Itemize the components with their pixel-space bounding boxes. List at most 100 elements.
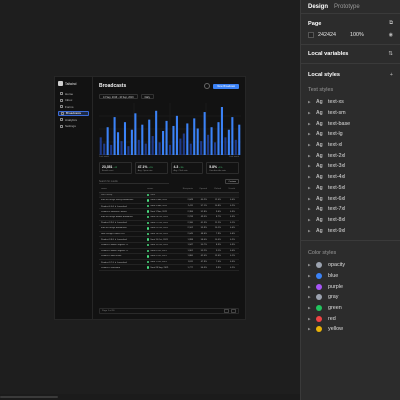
- page-fill-hex[interactable]: 242424: [318, 32, 350, 38]
- col-opened[interactable]: Opened: [195, 188, 209, 190]
- status-dot-icon: [147, 204, 150, 208]
- interval-filter[interactable]: Daily: [140, 94, 154, 99]
- local-variables-section[interactable]: Local variables ⇅: [301, 45, 400, 64]
- chevron-right-icon: ▶: [308, 185, 311, 190]
- chart-bar: [141, 124, 144, 155]
- chevron-right-icon: ▶: [308, 132, 311, 137]
- text-style-label: text-xs: [328, 99, 344, 106]
- broadcasts-frame[interactable]: Tailwind Home Inbox Forms Broadcasts Analyti…: [54, 76, 246, 320]
- color-style-item[interactable]: ▶ opacity: [301, 260, 400, 271]
- color-style-item[interactable]: ▶ purple: [301, 281, 400, 292]
- text-style-label: text-sm: [328, 110, 346, 117]
- date-range-filter[interactable]: 13 Sep, 2019 - 16 Sep, 2019: [99, 94, 138, 99]
- color-style-item[interactable]: ▶ yellow: [301, 324, 400, 335]
- chevron-right-icon: ▶: [308, 284, 311, 289]
- color-style-item[interactable]: ▶ green: [301, 303, 400, 314]
- color-style-item[interactable]: ▶ blue: [301, 271, 400, 282]
- row-status-label: Sent 22 Oct, 2021: [150, 227, 169, 230]
- tab-prototype[interactable]: Prototype: [334, 4, 360, 10]
- panel-tabs: Design Prototype: [301, 0, 400, 14]
- col-unsub[interactable]: Unsub: [223, 188, 237, 190]
- text-style-item[interactable]: ▶ Ag text-base: [301, 118, 400, 129]
- row-unsub: 0.3%: [230, 210, 235, 213]
- color-swatch-icon: [316, 262, 322, 269]
- chevron-right-icon: ▶: [308, 153, 311, 158]
- stat-label: Emails sent: [102, 170, 114, 172]
- tab-design[interactable]: Design: [308, 4, 328, 10]
- col-status[interactable]: Status: [147, 188, 181, 190]
- row-recipients: 1,947: [187, 244, 193, 247]
- row-name: Product 3.7.0 ✦ Launched: [101, 261, 127, 264]
- row-unsub: 0.4%: [230, 227, 235, 230]
- nav-item-inbox[interactable]: Inbox: [58, 98, 89, 103]
- row-clicked: 8.3%: [216, 244, 221, 247]
- chart-bar: [200, 141, 203, 155]
- page-fill-row[interactable]: 242424 100% ◉: [308, 32, 393, 38]
- prev-page-button[interactable]: [224, 309, 229, 313]
- add-style-icon[interactable]: +: [390, 72, 393, 78]
- stat-number: 47.1%: [137, 165, 148, 169]
- row-name: Product 4 Release Launch: [101, 210, 127, 213]
- chart-bar: [220, 107, 223, 155]
- text-style-item[interactable]: ▶ Ag text-7xl: [301, 204, 400, 215]
- text-style-item[interactable]: ▶ Ag text-xs: [301, 97, 400, 108]
- text-style-item[interactable]: ▶ Ag text-5xl: [301, 183, 400, 194]
- color-style-label: gray: [328, 294, 339, 301]
- text-style-item[interactable]: ▶ Ag text-sm: [301, 108, 400, 119]
- table-toolbar: Search for results Custom: [99, 179, 239, 184]
- sliders-icon[interactable]: ⇅: [388, 51, 393, 57]
- chart-bar: [186, 123, 189, 155]
- col-recipients[interactable]: Recipients: [181, 188, 195, 190]
- row-opened: 60.2%: [200, 199, 207, 202]
- row-recipients: 2,045: [187, 233, 193, 236]
- text-style-item[interactable]: ▶ Ag text-8xl: [301, 215, 400, 226]
- text-style-item[interactable]: ▶ Ag text-9xl: [301, 225, 400, 236]
- text-style-item[interactable]: ▶ Ag text-3xl: [301, 161, 400, 172]
- row-clicked: 7.4%: [216, 261, 221, 264]
- row-opened: 50.7%: [200, 244, 207, 247]
- nav-item-broadcasts[interactable]: Broadcasts: [58, 110, 89, 116]
- nav-item-home[interactable]: Home: [58, 91, 89, 96]
- status-dot-icon: [147, 227, 150, 230]
- text-style-item[interactable]: ▶ Ag text-4xl: [301, 172, 400, 183]
- row-unsub: 0.2%: [230, 205, 235, 208]
- text-style-label: text-lg: [328, 131, 343, 138]
- page-fill-opacity[interactable]: 100%: [350, 32, 376, 38]
- row-status-label: Sent 12 Oct, 2021: [150, 244, 169, 247]
- color-style-item[interactable]: ▶ red: [301, 313, 400, 324]
- export-icon[interactable]: ⧉: [389, 20, 393, 27]
- nav-item-forms[interactable]: Forms: [58, 104, 89, 109]
- text-style-item[interactable]: ▶ Ag text-lg: [301, 129, 400, 140]
- design-canvas[interactable]: Tailwind Home Inbox Forms Broadcasts Analyti…: [0, 0, 300, 400]
- table-row[interactable]: Product 3 Welcome Sent 28 Sep, 2021 1,777 5…: [99, 265, 239, 271]
- eye-icon[interactable]: ◉: [389, 32, 393, 38]
- logo-icon: [58, 81, 63, 86]
- stat-value: 47.1% +2%: [138, 165, 165, 169]
- scrollbar-thumb[interactable]: [0, 396, 58, 398]
- custom-button[interactable]: Custom: [225, 179, 239, 184]
- row-opened: 48.6%: [200, 233, 207, 236]
- page-fill-swatch[interactable]: [308, 32, 314, 38]
- nav-item-settings[interactable]: Settings: [58, 124, 89, 129]
- color-style-label: yellow: [328, 326, 343, 333]
- search-icon[interactable]: [204, 83, 211, 89]
- text-style-item[interactable]: ▶ Ag text-2xl: [301, 150, 400, 161]
- row-unsub: 0.4%: [230, 199, 235, 202]
- row-name: Product 3.8.0 ✦ Launched: [101, 239, 127, 242]
- row-status-label: Sent 1 Nov, 2021: [150, 210, 168, 213]
- nav-item-analytics[interactable]: Analytics: [58, 117, 89, 122]
- top-actions: New Broadcast: [204, 83, 239, 89]
- col-name[interactable]: Name: [99, 188, 147, 190]
- color-style-item[interactable]: ▶ gray: [301, 292, 400, 303]
- text-style-item[interactable]: ▶ Ag text-xl: [301, 140, 400, 151]
- text-style-item[interactable]: ▶ Ag text-6xl: [301, 193, 400, 204]
- nav-item-label: Analytics: [65, 117, 78, 122]
- col-clicked[interactable]: Clicked: [209, 188, 223, 190]
- chart-bar: [106, 127, 109, 155]
- next-page-button[interactable]: [231, 309, 236, 313]
- chart-bar: [238, 124, 241, 155]
- canvas-horizontal-scrollbar[interactable]: [0, 394, 300, 400]
- new-broadcast-button[interactable]: New Broadcast: [213, 83, 239, 89]
- stat-card: 23,351 +12 Emails sent: [99, 162, 132, 174]
- table-search-input[interactable]: Search for results: [99, 179, 169, 184]
